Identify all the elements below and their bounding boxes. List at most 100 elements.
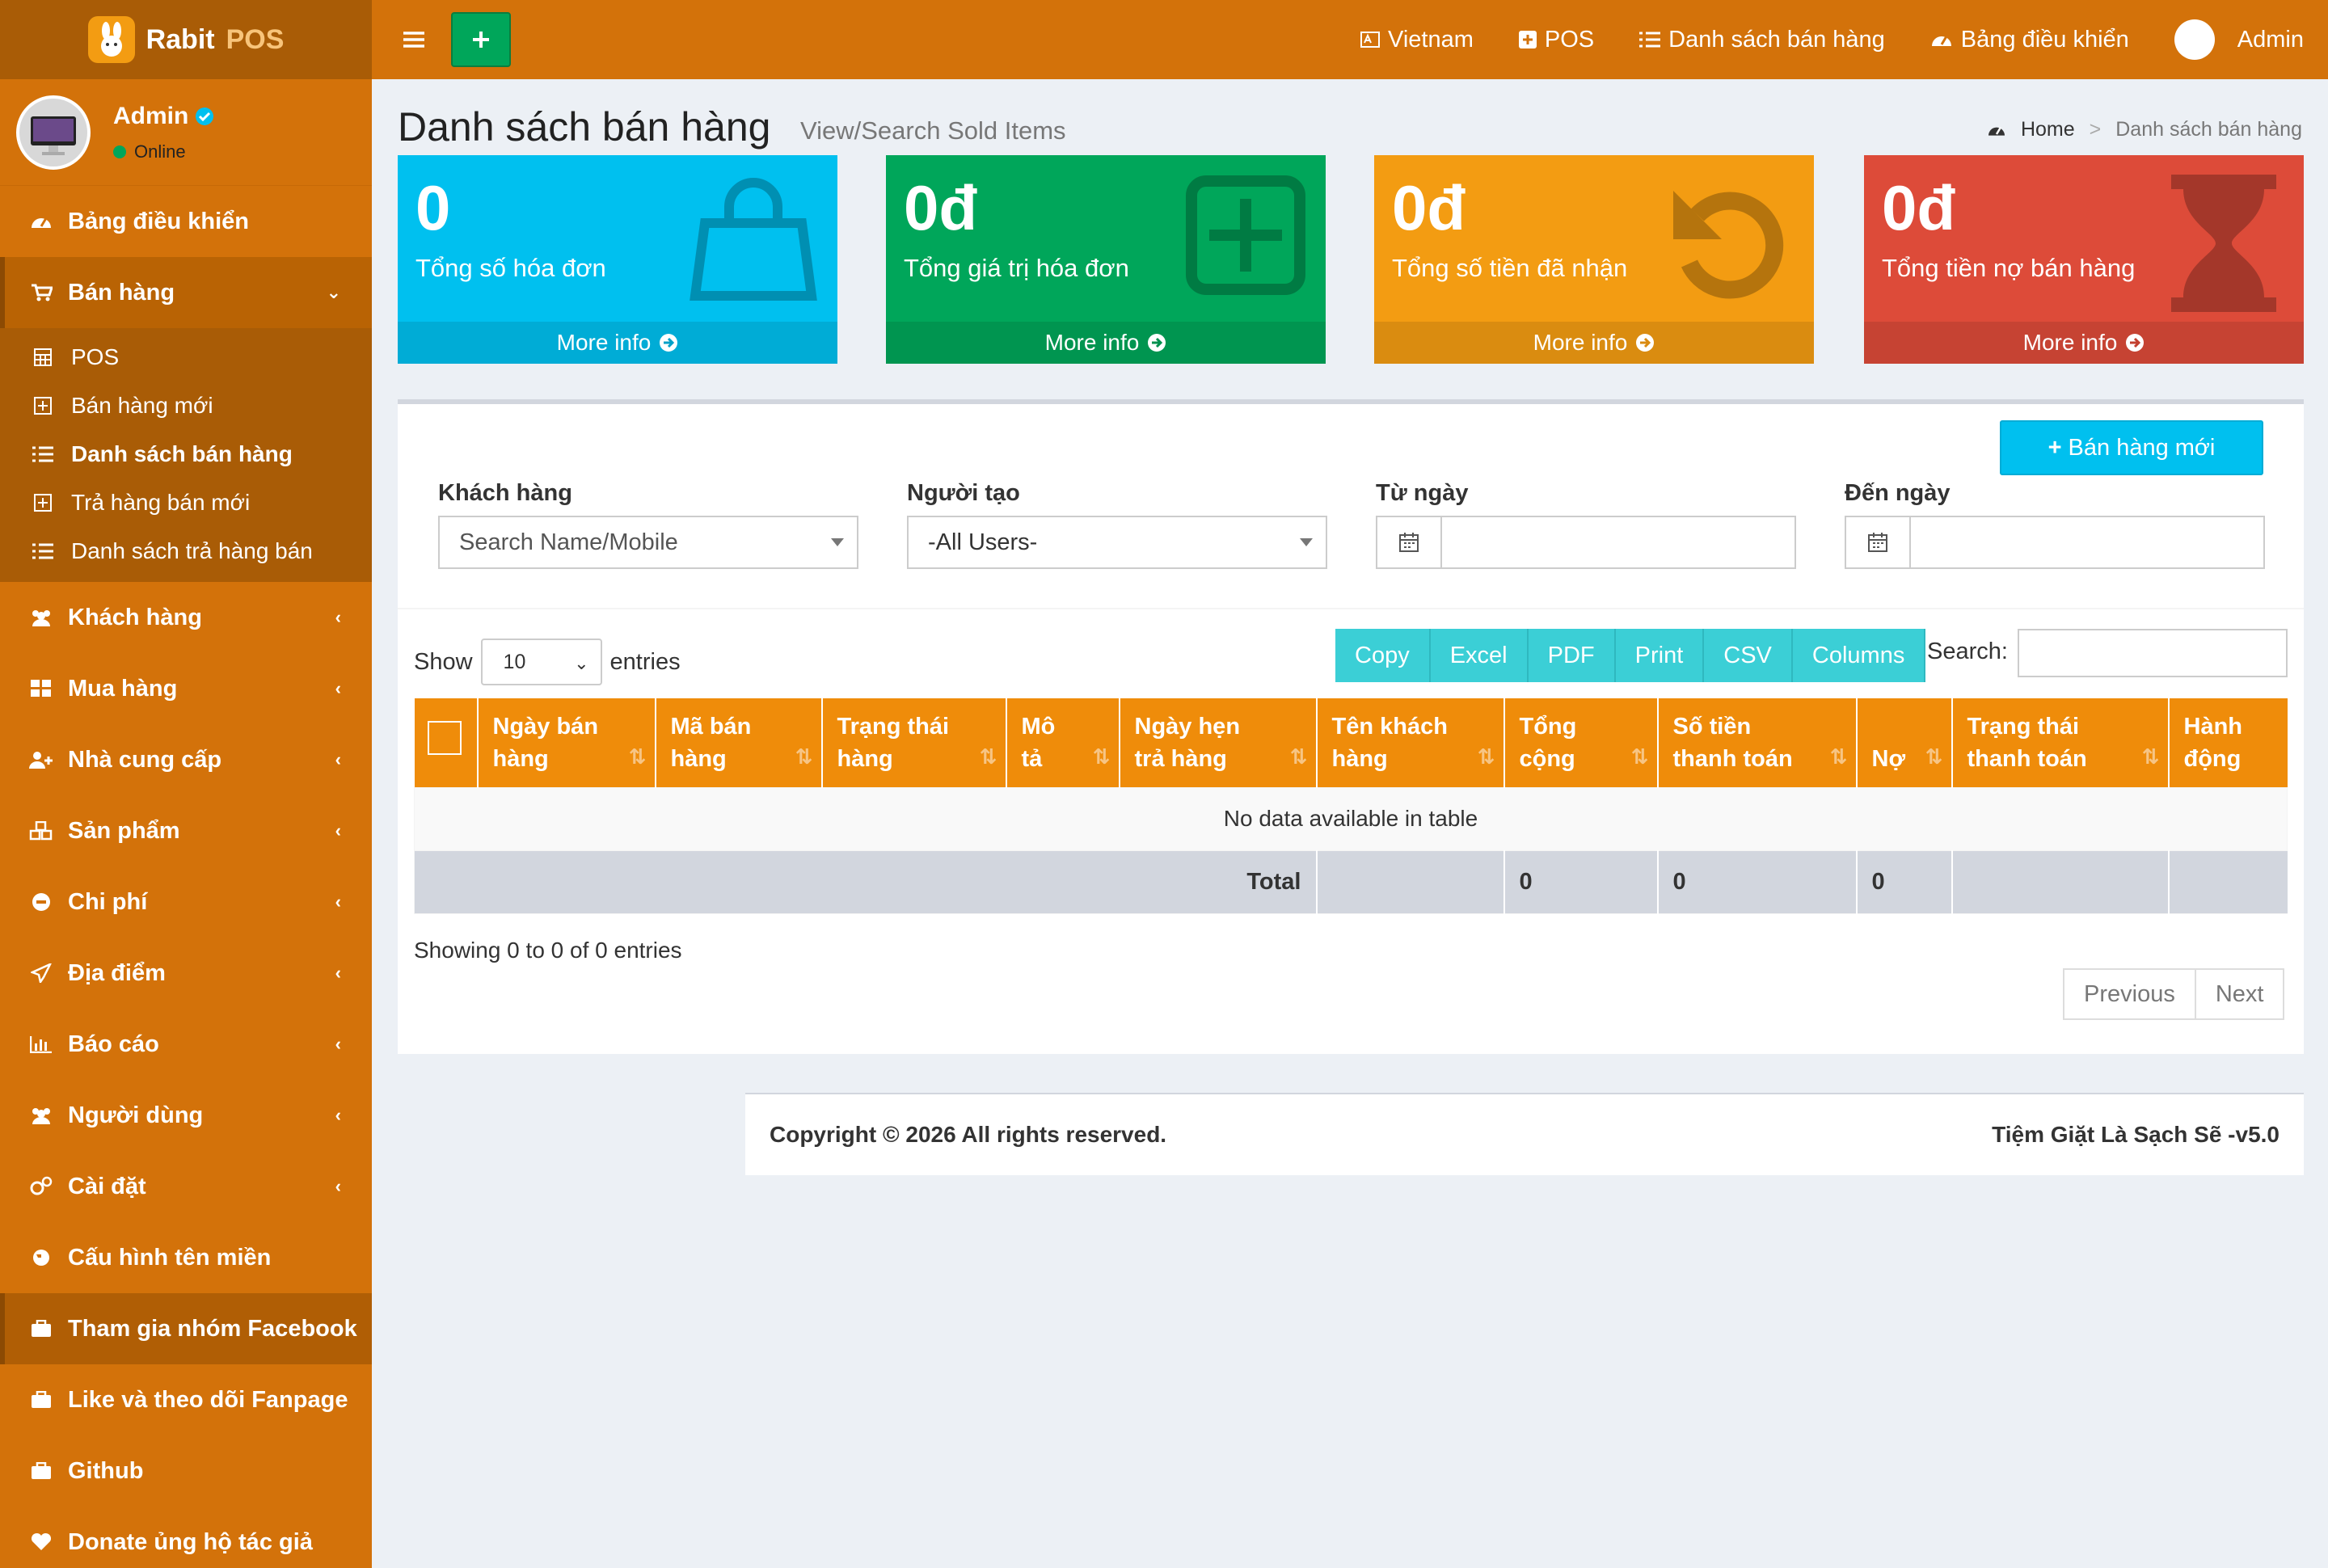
nav-sales-list[interactable]: Danh sách bán hàng xyxy=(1639,27,1885,53)
chevron-left-icon: ‹ xyxy=(335,1176,341,1196)
excel-button[interactable]: Excel xyxy=(1430,629,1529,682)
sidebar-subitem-new-return[interactable]: Trả hàng bán mới xyxy=(0,478,372,527)
sidebar-item-domain-config[interactable]: Cấu hình tên miền xyxy=(0,1222,372,1293)
from-date-field[interactable] xyxy=(1376,516,1796,569)
users-icon xyxy=(29,1106,53,1124)
stat-label: Tổng giá trị hóa đơn xyxy=(904,254,1129,282)
print-button[interactable]: Print xyxy=(1615,629,1705,682)
nav-language[interactable]: Vietnam xyxy=(1360,27,1474,53)
col-item-status[interactable]: Trạng thái hàng ⇅ xyxy=(821,698,1007,787)
col-sale-date[interactable]: Ngày bán hàng ⇅ xyxy=(477,698,656,787)
paper-plane-icon xyxy=(29,963,53,983)
sales-list-panel: + Bán hàng mới Khách hàng Search Name/Mob… xyxy=(398,399,2304,1054)
calculator-icon xyxy=(32,348,53,367)
calendar-icon xyxy=(1846,517,1911,567)
breadcrumb-home[interactable]: Home xyxy=(2021,118,2075,141)
sidebar-subitem-return-list[interactable]: Danh sách trả hàng bán xyxy=(0,527,372,575)
col-sale-code[interactable]: Mã bán hàng ⇅ xyxy=(655,698,823,787)
chevron-left-icon: ‹ xyxy=(335,607,341,627)
col-total[interactable]: Tổng cộng ⇅ xyxy=(1504,698,1659,787)
nav-dashboard[interactable]: Bảng điều khiển xyxy=(1930,27,2129,53)
stat-label: Tổng số tiền đã nhận xyxy=(1392,254,1628,282)
new-sale-button[interactable]: + Bán hàng mới xyxy=(2000,420,2263,475)
col-label: Tổng xyxy=(1519,713,1577,740)
sidebar-item-customers[interactable]: Khách hàng ‹ xyxy=(0,582,372,653)
sidebar-item-suppliers[interactable]: Nhà cung cấp ‹ xyxy=(0,724,372,795)
creator-select[interactable]: -All Users- xyxy=(907,516,1327,569)
sidebar-item-locations[interactable]: Địa điểm ‹ xyxy=(0,938,372,1009)
total-paid-cell: 0 xyxy=(1657,849,1858,914)
col-debt[interactable]: Nợ ⇅ xyxy=(1856,698,1953,787)
more-info-link[interactable]: More info xyxy=(398,322,837,364)
col-return-date[interactable]: Ngày hẹn trả hàng ⇅ xyxy=(1119,698,1318,787)
dashboard-icon xyxy=(1930,30,1953,49)
sidebar-item-donate[interactable]: Donate ủng hộ tác giả xyxy=(0,1507,372,1568)
previous-page-button[interactable]: Previous xyxy=(2063,968,2196,1020)
copyright-text: Copyright © 2026 All rights reserved. xyxy=(770,1122,1167,1147)
sidebar-subitem-new-sale[interactable]: Bán hàng mới xyxy=(0,381,372,430)
from-date-label: Từ ngày xyxy=(1376,480,1469,506)
app-logo[interactable]: Rabit POS xyxy=(0,0,372,79)
sidebar-item-fanpage[interactable]: Like và theo dõi Fanpage xyxy=(0,1364,372,1435)
sort-icon: ⇅ xyxy=(1289,744,1308,769)
users-icon xyxy=(29,609,53,626)
nav-user-menu[interactable]: Admin xyxy=(2174,19,2304,60)
sidebar-item-label: Bảng điều khiển xyxy=(68,208,249,234)
sidebar-item-facebook-group[interactable]: Tham gia nhóm Facebook xyxy=(0,1293,372,1364)
sidebar-subitem-pos[interactable]: POS xyxy=(0,333,372,381)
sidebar-item-products[interactable]: Sản phẩm ‹ xyxy=(0,795,372,866)
sidebar-item-dashboard[interactable]: Bảng điều khiển xyxy=(0,186,372,257)
hamburger-menu-icon[interactable] xyxy=(393,31,435,48)
bar-chart-icon xyxy=(29,1035,53,1053)
grid-icon xyxy=(29,680,53,698)
col-description[interactable]: Mô tả ⇅ xyxy=(1006,698,1120,787)
nav-pos[interactable]: POS xyxy=(1518,27,1594,53)
to-date-field[interactable] xyxy=(1845,516,2265,569)
table-search-input[interactable] xyxy=(2018,629,2288,677)
sidebar-subitem-label: Bán hàng mới xyxy=(71,393,213,418)
plus-square-icon xyxy=(32,397,53,415)
entries-select[interactable]: 10 ⌄ xyxy=(480,639,602,685)
sidebar-item-settings[interactable]: Cài đặt ‹ xyxy=(0,1151,372,1222)
more-info-link[interactable]: More info xyxy=(1864,322,2304,364)
stat-value: 0đ xyxy=(1392,172,1466,243)
customer-search-select[interactable]: Search Name/Mobile xyxy=(438,516,858,569)
col-label: hàng xyxy=(670,745,727,772)
col-payment-status[interactable]: Trạng thái thanh toán ⇅ xyxy=(1951,698,2170,787)
csv-button[interactable]: CSV xyxy=(1704,629,1793,682)
sidebar-item-expenses[interactable]: Chi phí ‹ xyxy=(0,866,372,938)
total-empty-cell xyxy=(1316,849,1505,914)
col-label: hàng xyxy=(492,745,549,772)
sales-submenu: POS Bán hàng mới Danh sách bán hàng Trả … xyxy=(0,328,372,582)
col-label: Số tiền xyxy=(1672,713,1752,740)
more-info-link[interactable]: More info xyxy=(886,322,1326,364)
col-amount-paid[interactable]: Số tiền thanh toán ⇅ xyxy=(1657,698,1858,787)
more-info-label: More info xyxy=(556,330,652,355)
sidebar-subitem-label: Trả hàng bán mới xyxy=(71,490,251,515)
shopping-bag-icon xyxy=(689,175,818,310)
sidebar-item-sales[interactable]: Bán hàng ⌄ xyxy=(0,257,372,328)
sidebar-subitem-label: Danh sách trả hàng bán xyxy=(71,538,313,563)
customer-placeholder: Search Name/Mobile xyxy=(459,529,678,555)
select-all-checkbox[interactable] xyxy=(427,721,462,756)
sidebar-item-github[interactable]: Github xyxy=(0,1435,372,1507)
copy-button[interactable]: Copy xyxy=(1335,629,1431,682)
sidebar-item-reports[interactable]: Báo cáo ‹ xyxy=(0,1009,372,1080)
sidebar-item-purchases[interactable]: Mua hàng ‹ xyxy=(0,653,372,724)
sidebar-item-label: Tham gia nhóm Facebook xyxy=(68,1315,357,1342)
more-info-link[interactable]: More info xyxy=(1374,322,1814,364)
pdf-button[interactable]: PDF xyxy=(1528,629,1616,682)
avatar[interactable] xyxy=(16,95,91,170)
stat-box-invoice-total: 0đ Tổng giá trị hóa đơn More info xyxy=(886,155,1326,364)
columns-button[interactable]: Columns xyxy=(1792,629,1926,682)
footer: Copyright © 2026 All rights reserved. Ti… xyxy=(745,1093,2304,1175)
arrow-circle-right-icon xyxy=(659,333,678,352)
cart-icon xyxy=(29,283,53,302)
sidebar-item-users[interactable]: Người dùng ‹ xyxy=(0,1080,372,1151)
avatar xyxy=(2174,19,2215,60)
quick-add-button[interactable] xyxy=(451,12,511,67)
next-page-button[interactable]: Next xyxy=(2195,968,2285,1020)
user-name: Admin xyxy=(113,103,214,130)
sidebar-subitem-sales-list[interactable]: Danh sách bán hàng xyxy=(0,430,372,478)
col-customer-name[interactable]: Tên khách hàng ⇅ xyxy=(1316,698,1505,787)
